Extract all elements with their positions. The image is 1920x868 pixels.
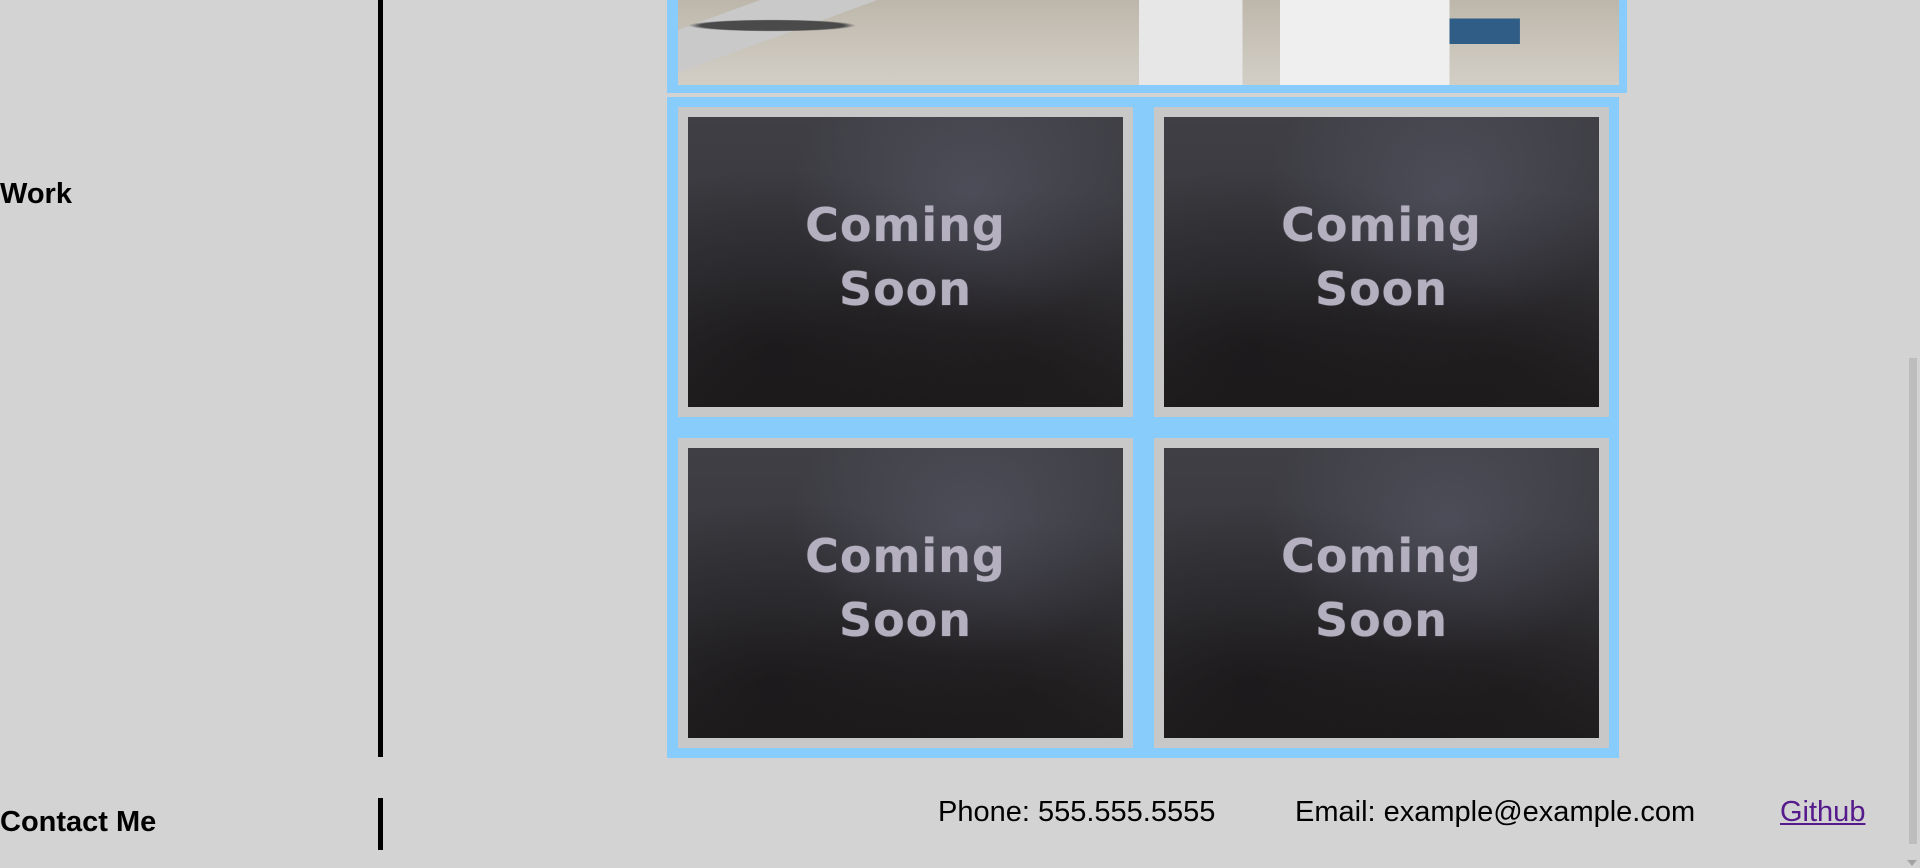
coming-soon-line1: Coming	[1281, 198, 1482, 252]
page: Work Coming Soon Coming Soon Coming Soon…	[0, 0, 1920, 868]
project-gallery: Coming Soon Coming Soon Coming Soon Comi…	[667, 97, 1619, 758]
work-section-divider	[378, 0, 383, 757]
coming-soon-image[interactable]: Coming Soon	[1164, 117, 1599, 407]
coming-soon-image[interactable]: Coming Soon	[1164, 448, 1599, 738]
coming-soon-text: Coming Soon	[1281, 524, 1482, 652]
github-link[interactable]: Github	[1780, 796, 1865, 829]
featured-project-image[interactable]	[678, 0, 1619, 85]
coming-soon-line1: Coming	[805, 198, 1006, 252]
coming-soon-text: Coming Soon	[1281, 193, 1482, 321]
vertical-scrollbar[interactable]	[1905, 0, 1920, 868]
coming-soon-line2: Soon	[1314, 262, 1449, 316]
work-section-title: Work	[0, 178, 72, 210]
coming-soon-image[interactable]: Coming Soon	[688, 448, 1123, 738]
coming-soon-line2: Soon	[1314, 593, 1449, 647]
featured-project-image-frame[interactable]	[667, 0, 1627, 93]
scrollbar-thumb[interactable]	[1909, 358, 1917, 844]
coming-soon-image[interactable]: Coming Soon	[688, 117, 1123, 407]
project-tile[interactable]: Coming Soon	[1154, 438, 1609, 748]
contact-section-title: Contact Me	[0, 806, 157, 838]
project-tile[interactable]: Coming Soon	[678, 438, 1133, 748]
phone-number: Phone: 555.555.5555	[938, 796, 1216, 828]
project-tile[interactable]: Coming Soon	[678, 107, 1133, 417]
coming-soon-line1: Coming	[805, 529, 1006, 583]
coming-soon-text: Coming Soon	[805, 193, 1006, 321]
coming-soon-line1: Coming	[1281, 529, 1482, 583]
coming-soon-line2: Soon	[838, 593, 973, 647]
contact-section-divider	[378, 798, 383, 850]
coming-soon-line2: Soon	[838, 262, 973, 316]
scroll-down-arrow-icon[interactable]	[1907, 860, 1917, 866]
coming-soon-text: Coming Soon	[805, 524, 1006, 652]
project-tile[interactable]: Coming Soon	[1154, 107, 1609, 417]
email-address: Email: example@example.com	[1295, 796, 1696, 828]
